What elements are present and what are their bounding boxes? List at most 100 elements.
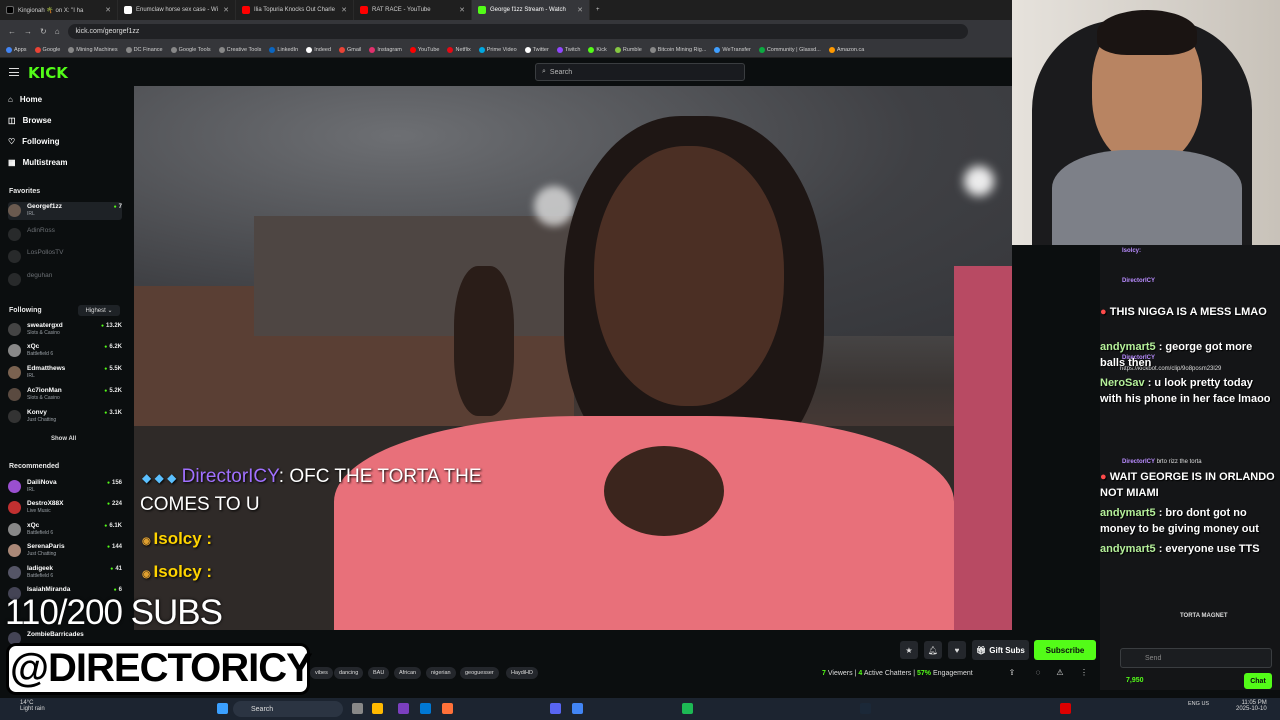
subscribe-button[interactable]: Subscribe [1034,640,1096,660]
kick-logo[interactable]: KICK [28,64,68,82]
back-icon[interactable]: ← [8,27,16,36]
nav-browse[interactable]: ◫ Browse [8,116,51,125]
show-all-button[interactable]: Show All [51,436,76,442]
browser-tab[interactable]: RAT RACE - YouTube ✕ [354,0,472,20]
chat-small-message: TORTA MAGNET [1180,613,1228,619]
reload-icon[interactable]: ↻ [40,27,47,36]
recommended-channel[interactable]: ladigeekBattlefield 641 [8,564,122,582]
bookmark[interactable]: Gmail [339,46,361,53]
bookmark[interactable]: Community | Glassd... [758,46,821,53]
stream-tag[interactable]: vibes [310,667,333,679]
nav-following[interactable]: ♡ Following [8,137,60,146]
bookmark[interactable]: Creative Tools [218,46,261,53]
app-icon[interactable] [1060,703,1071,714]
bookmark[interactable]: LinkedIn [269,46,298,53]
bookmark[interactable]: Rumble [614,46,642,53]
browser-tab[interactable]: Kingionah 🌴 on X: "I ha ✕ [0,0,118,20]
home-icon[interactable]: ⌂ [55,27,60,36]
spotify-icon[interactable] [682,703,693,714]
star-icon[interactable]: ★ [900,641,918,659]
steam-icon[interactable] [860,703,871,714]
weather-widget[interactable]: 14°C Light rain [20,700,45,712]
bookmark[interactable]: Bitcoin Mining Rig... [649,46,706,53]
bookmark[interactable]: YouTube [409,46,439,53]
following-channel[interactable]: EdmatthewsIRL5.5K [8,364,122,382]
forward-icon[interactable]: → [24,27,32,36]
bookmark[interactable]: Twitch [556,46,580,53]
nav-home[interactable]: ⌂ Home [8,95,42,104]
following-channel[interactable]: sweatergxdSlots & Casino13.2K [8,321,122,339]
video-chat-overlay-line2: COMES TO U [140,494,260,515]
bookmark[interactable]: Amazon.ca [828,46,864,53]
bookmark[interactable]: Prime Video [478,46,517,53]
bookmark[interactable]: Netflix [447,46,471,53]
chat-send-button[interactable]: Chat [1244,673,1272,689]
bookmark[interactable]: Kick [588,46,607,53]
stream-video[interactable]: ◆ ◆ ◆ DirectorICY: OFC THE TORTA THE COM… [134,86,1012,630]
clock[interactable]: 11:05 PM 2025-10-10 [1236,700,1267,712]
favorite-channel[interactable]: AdinRoss [8,226,122,244]
channel-points[interactable]: 7,950 [1126,677,1144,684]
close-icon[interactable]: ✕ [223,6,229,14]
files-icon[interactable] [372,703,383,714]
recommended-channel[interactable]: xQcBattlefield 66.1K [8,521,122,539]
onenote-icon[interactable] [398,703,409,714]
stream-tag[interactable]: African [394,667,422,679]
language-indicator[interactable]: ENG US [1188,701,1212,707]
firefox-icon[interactable] [442,703,453,714]
stream-tag[interactable]: BAU [368,667,390,679]
recommended-channel[interactable]: DestroX88XLive Music224 [8,499,122,517]
favorite-channel[interactable]: LosPollosTV [8,248,122,266]
close-icon[interactable]: ✕ [577,6,583,14]
stream-tag[interactable]: HaydiHD [506,667,539,679]
bookmark[interactable]: WeTransfer [714,46,751,53]
browser-tab[interactable]: Enumclaw horse sex case - Wi ✕ [118,0,236,20]
search-input[interactable]: ⌕ Search [535,63,745,81]
bookmark[interactable]: Twitter [524,46,549,53]
bookmark[interactable]: Google Tools [170,46,211,53]
taskbar-search[interactable]: Search [233,701,343,717]
url-field[interactable]: kick.com/georgef1zz [67,23,968,39]
chrome-icon[interactable] [572,703,583,714]
chat-message: ● THIS NIGGA IS A MESS LMAO [1100,306,1267,318]
close-icon[interactable]: ✕ [341,6,347,14]
more-icon[interactable]: ⋮ [1078,666,1090,678]
windows-start-icon[interactable] [217,703,228,714]
sort-dropdown[interactable]: Highest ⌄ [78,305,120,316]
browser-tab[interactable]: Ilia Topuria Knocks Out Charle ✕ [236,0,354,20]
edge-icon[interactable] [420,703,431,714]
favorite-channel[interactable]: Georgef1zzIRL7 [8,202,122,220]
taskview-icon[interactable] [352,703,363,714]
browser-tab-active[interactable]: George f1zz Stream - Watch ✕ [472,0,590,20]
share-icon[interactable]: ⇪ [1006,666,1018,678]
bookmark[interactable]: Instagram [369,46,402,53]
bookmark[interactable]: Google [34,46,60,53]
following-channel[interactable]: xQcBattlefield 66.2K [8,342,122,360]
bookmark[interactable]: Mining Machines [68,46,118,53]
close-icon[interactable]: ✕ [105,6,111,14]
stream-tag[interactable]: nigerian [426,667,456,679]
heart-icon: ♡ [8,137,16,146]
following-channel[interactable]: KonvyJust Chatting3.1K [8,408,122,426]
chat-input[interactable]: Send [1120,648,1272,668]
new-tab-button[interactable]: + [590,0,610,20]
recommended-channel[interactable]: SerenaParisJust Chatting144 [8,542,122,560]
stream-tag[interactable]: dancing [334,667,364,679]
discord-icon[interactable] [550,703,561,714]
bookmark[interactable]: Apps [6,46,27,53]
stream-tag[interactable]: geoguesser [460,667,499,679]
gift-icon: 🎁︎ [976,645,987,655]
warning-icon[interactable]: ⚠ [1054,666,1066,678]
bookmark[interactable]: DC Finance [125,46,163,53]
heart-icon[interactable]: ♥ [948,641,966,659]
hide-icon[interactable]: ◌ [1032,666,1044,678]
recommended-channel[interactable]: DailiNovaIRL156 [8,478,122,496]
following-channel[interactable]: Ac7ionManSlots & Casino5.2K [8,386,122,404]
nav-multistream[interactable]: ▦ Multistream [8,158,67,167]
menu-icon[interactable] [9,68,19,76]
favorite-channel[interactable]: deguhan [8,271,122,289]
bookmark[interactable]: Indeed [306,46,331,53]
close-icon[interactable]: ✕ [459,6,465,14]
bell-icon[interactable]: 🔔︎ [924,641,942,659]
gift-subs-button[interactable]: 🎁︎ Gift Subs [972,640,1029,660]
